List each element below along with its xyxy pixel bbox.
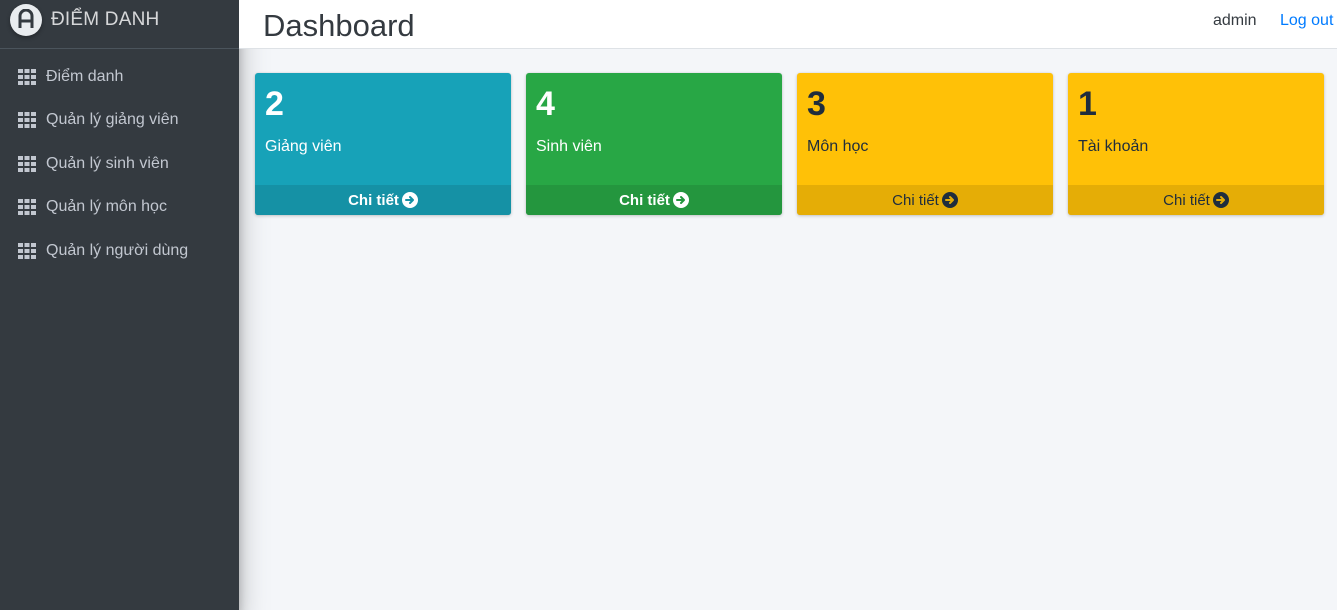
sidebar-item-diem-danh[interactable]: Điểm danh	[0, 55, 239, 99]
stat-card-mon-hoc: 3 Môn học Chi tiết	[797, 73, 1053, 215]
details-link[interactable]: Chi tiết	[526, 185, 782, 215]
stat-label: Giảng viên	[265, 138, 342, 155]
grid-icon	[18, 199, 36, 216]
logout-link[interactable]: Log out	[1280, 12, 1333, 30]
sidebar-item-quan-ly-giang-vien[interactable]: Quản lý giảng viên	[0, 99, 239, 143]
sidebar-item-quan-ly-sinh-vien[interactable]: Quản lý sinh viên	[0, 142, 239, 186]
arrow-circle-right-icon	[672, 192, 689, 208]
brand-link[interactable]: ĐIỂM DANH	[0, 0, 239, 49]
sidebar: ĐIỂM DANH Điểm danh Quản lý giảng viên Q…	[0, 0, 239, 610]
stat-label: Tài khoản	[1078, 138, 1149, 155]
details-label: Chi tiết	[892, 191, 939, 209]
arrow-circle-right-icon	[401, 192, 418, 208]
sidebar-nav: Điểm danh Quản lý giảng viên Quản lý sin…	[0, 49, 239, 273]
stat-count: 4	[536, 85, 555, 123]
grid-icon	[18, 112, 36, 129]
arrow-circle-right-icon	[941, 192, 958, 208]
user-name[interactable]: admin	[1213, 12, 1257, 30]
stat-count: 3	[807, 85, 826, 123]
content-header: Dashboard admin Log out	[239, 0, 1337, 49]
stat-label: Sinh viên	[536, 138, 602, 155]
grid-icon	[18, 155, 36, 172]
stats-cards: 2 Giảng viên Chi tiết 4 Sinh viên Chi ti…	[255, 73, 1324, 215]
arrow-circle-right-icon	[1212, 192, 1229, 208]
sidebar-item-label: Quản lý môn học	[46, 198, 167, 216]
page-title: Dashboard	[263, 8, 415, 43]
stat-card-tai-khoan: 1 Tài khoản Chi tiết	[1068, 73, 1324, 215]
details-label: Chi tiết	[348, 191, 399, 209]
grid-icon	[18, 242, 36, 259]
stat-label: Môn học	[807, 138, 869, 155]
details-label: Chi tiết	[619, 191, 670, 209]
sidebar-item-label: Quản lý giảng viên	[46, 111, 179, 129]
sidebar-item-label: Quản lý sinh viên	[46, 154, 169, 172]
grid-icon	[18, 68, 36, 85]
sidebar-item-label: Điểm danh	[46, 67, 124, 85]
details-link[interactable]: Chi tiết	[797, 185, 1053, 215]
brand-name: ĐIỂM DANH	[51, 9, 160, 30]
stat-card-sinh-vien: 4 Sinh viên Chi tiết	[526, 73, 782, 215]
details-label: Chi tiết	[1163, 191, 1210, 209]
sidebar-item-quan-ly-mon-hoc[interactable]: Quản lý môn học	[0, 186, 239, 230]
sidebar-item-label: Quản lý người dùng	[46, 241, 189, 259]
brand-logo-icon	[10, 4, 42, 36]
details-link[interactable]: Chi tiết	[255, 185, 511, 215]
stat-card-giang-vien: 2 Giảng viên Chi tiết	[255, 73, 511, 215]
sidebar-item-quan-ly-nguoi-dung[interactable]: Quản lý người dùng	[0, 229, 239, 273]
stat-count: 2	[265, 85, 284, 123]
stat-count: 1	[1078, 85, 1097, 123]
details-link[interactable]: Chi tiết	[1068, 185, 1324, 215]
